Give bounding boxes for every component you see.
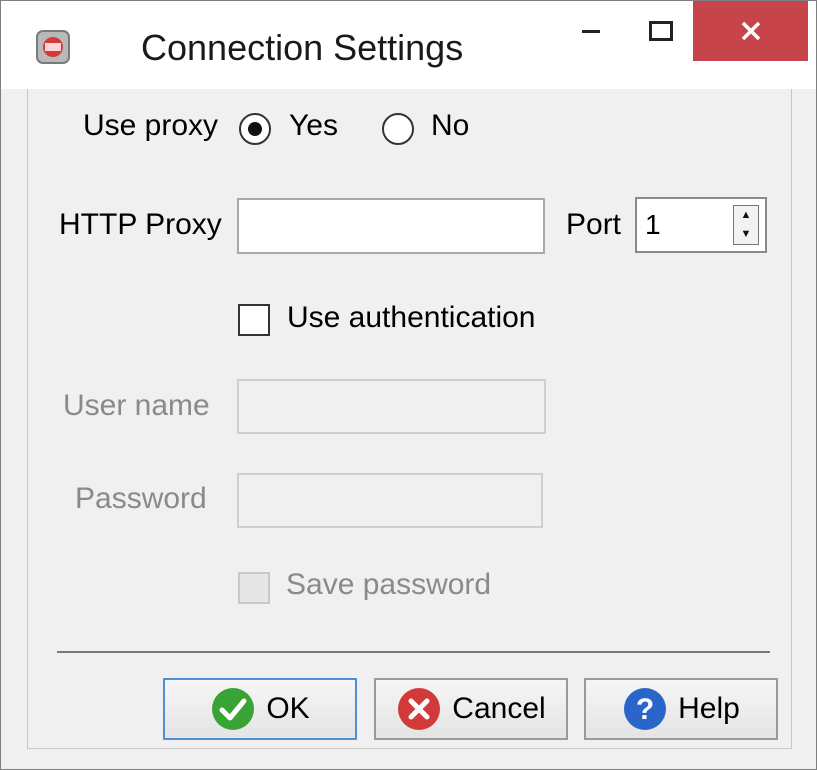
- close-icon: [741, 21, 760, 41]
- spinner-up-icon[interactable]: ▲: [734, 206, 758, 225]
- user-name-input[interactable]: [237, 379, 546, 434]
- close-button[interactable]: [693, 1, 808, 61]
- app-icon: [36, 30, 70, 64]
- http-proxy-label: HTTP Proxy: [59, 208, 222, 241]
- save-password-label[interactable]: Save password: [286, 568, 491, 602]
- check-icon: [212, 688, 255, 730]
- cancel-icon: [398, 688, 441, 730]
- use-proxy-label: Use proxy: [83, 109, 219, 142]
- minimize-icon: [582, 30, 600, 33]
- ok-button[interactable]: OK: [163, 678, 357, 740]
- port-label: Port: [566, 208, 622, 241]
- proxy-yes-label[interactable]: Yes: [289, 109, 338, 143]
- connection-settings-window: Connection Settings Use proxy Yes No HTT…: [0, 0, 817, 770]
- help-icon: ?: [624, 688, 667, 730]
- http-proxy-input[interactable]: [237, 198, 545, 254]
- separator: [57, 651, 770, 653]
- ok-label: OK: [266, 692, 310, 725]
- help-label: Help: [678, 692, 740, 725]
- save-password-checkbox[interactable]: [238, 572, 270, 604]
- password-label: Password: [75, 482, 207, 515]
- radio-selected-dot: [248, 122, 262, 136]
- port-spinner-buttons[interactable]: ▲ ▼: [733, 205, 759, 245]
- spinner-down-icon[interactable]: ▼: [734, 225, 758, 244]
- cancel-label: Cancel: [452, 692, 546, 725]
- title-bar[interactable]: Connection Settings: [1, 1, 816, 89]
- window-title: Connection Settings: [141, 27, 464, 68]
- use-authentication-label[interactable]: Use authentication: [287, 301, 536, 335]
- port-spinner[interactable]: 1 ▲ ▼: [635, 197, 767, 253]
- proxy-no-radio[interactable]: [382, 113, 414, 145]
- maximize-icon: [649, 21, 673, 41]
- minimize-button[interactable]: [561, 1, 621, 61]
- use-authentication-checkbox[interactable]: [238, 304, 270, 336]
- maximize-button[interactable]: [631, 1, 691, 61]
- cancel-button[interactable]: Cancel: [374, 678, 568, 740]
- proxy-yes-radio[interactable]: [239, 113, 271, 145]
- proxy-no-label[interactable]: No: [431, 109, 469, 143]
- user-name-label: User name: [63, 389, 210, 422]
- port-value[interactable]: 1: [645, 209, 661, 241]
- password-input[interactable]: [237, 473, 543, 528]
- svg-text:?: ?: [636, 693, 654, 726]
- help-button[interactable]: ? Help: [584, 678, 778, 740]
